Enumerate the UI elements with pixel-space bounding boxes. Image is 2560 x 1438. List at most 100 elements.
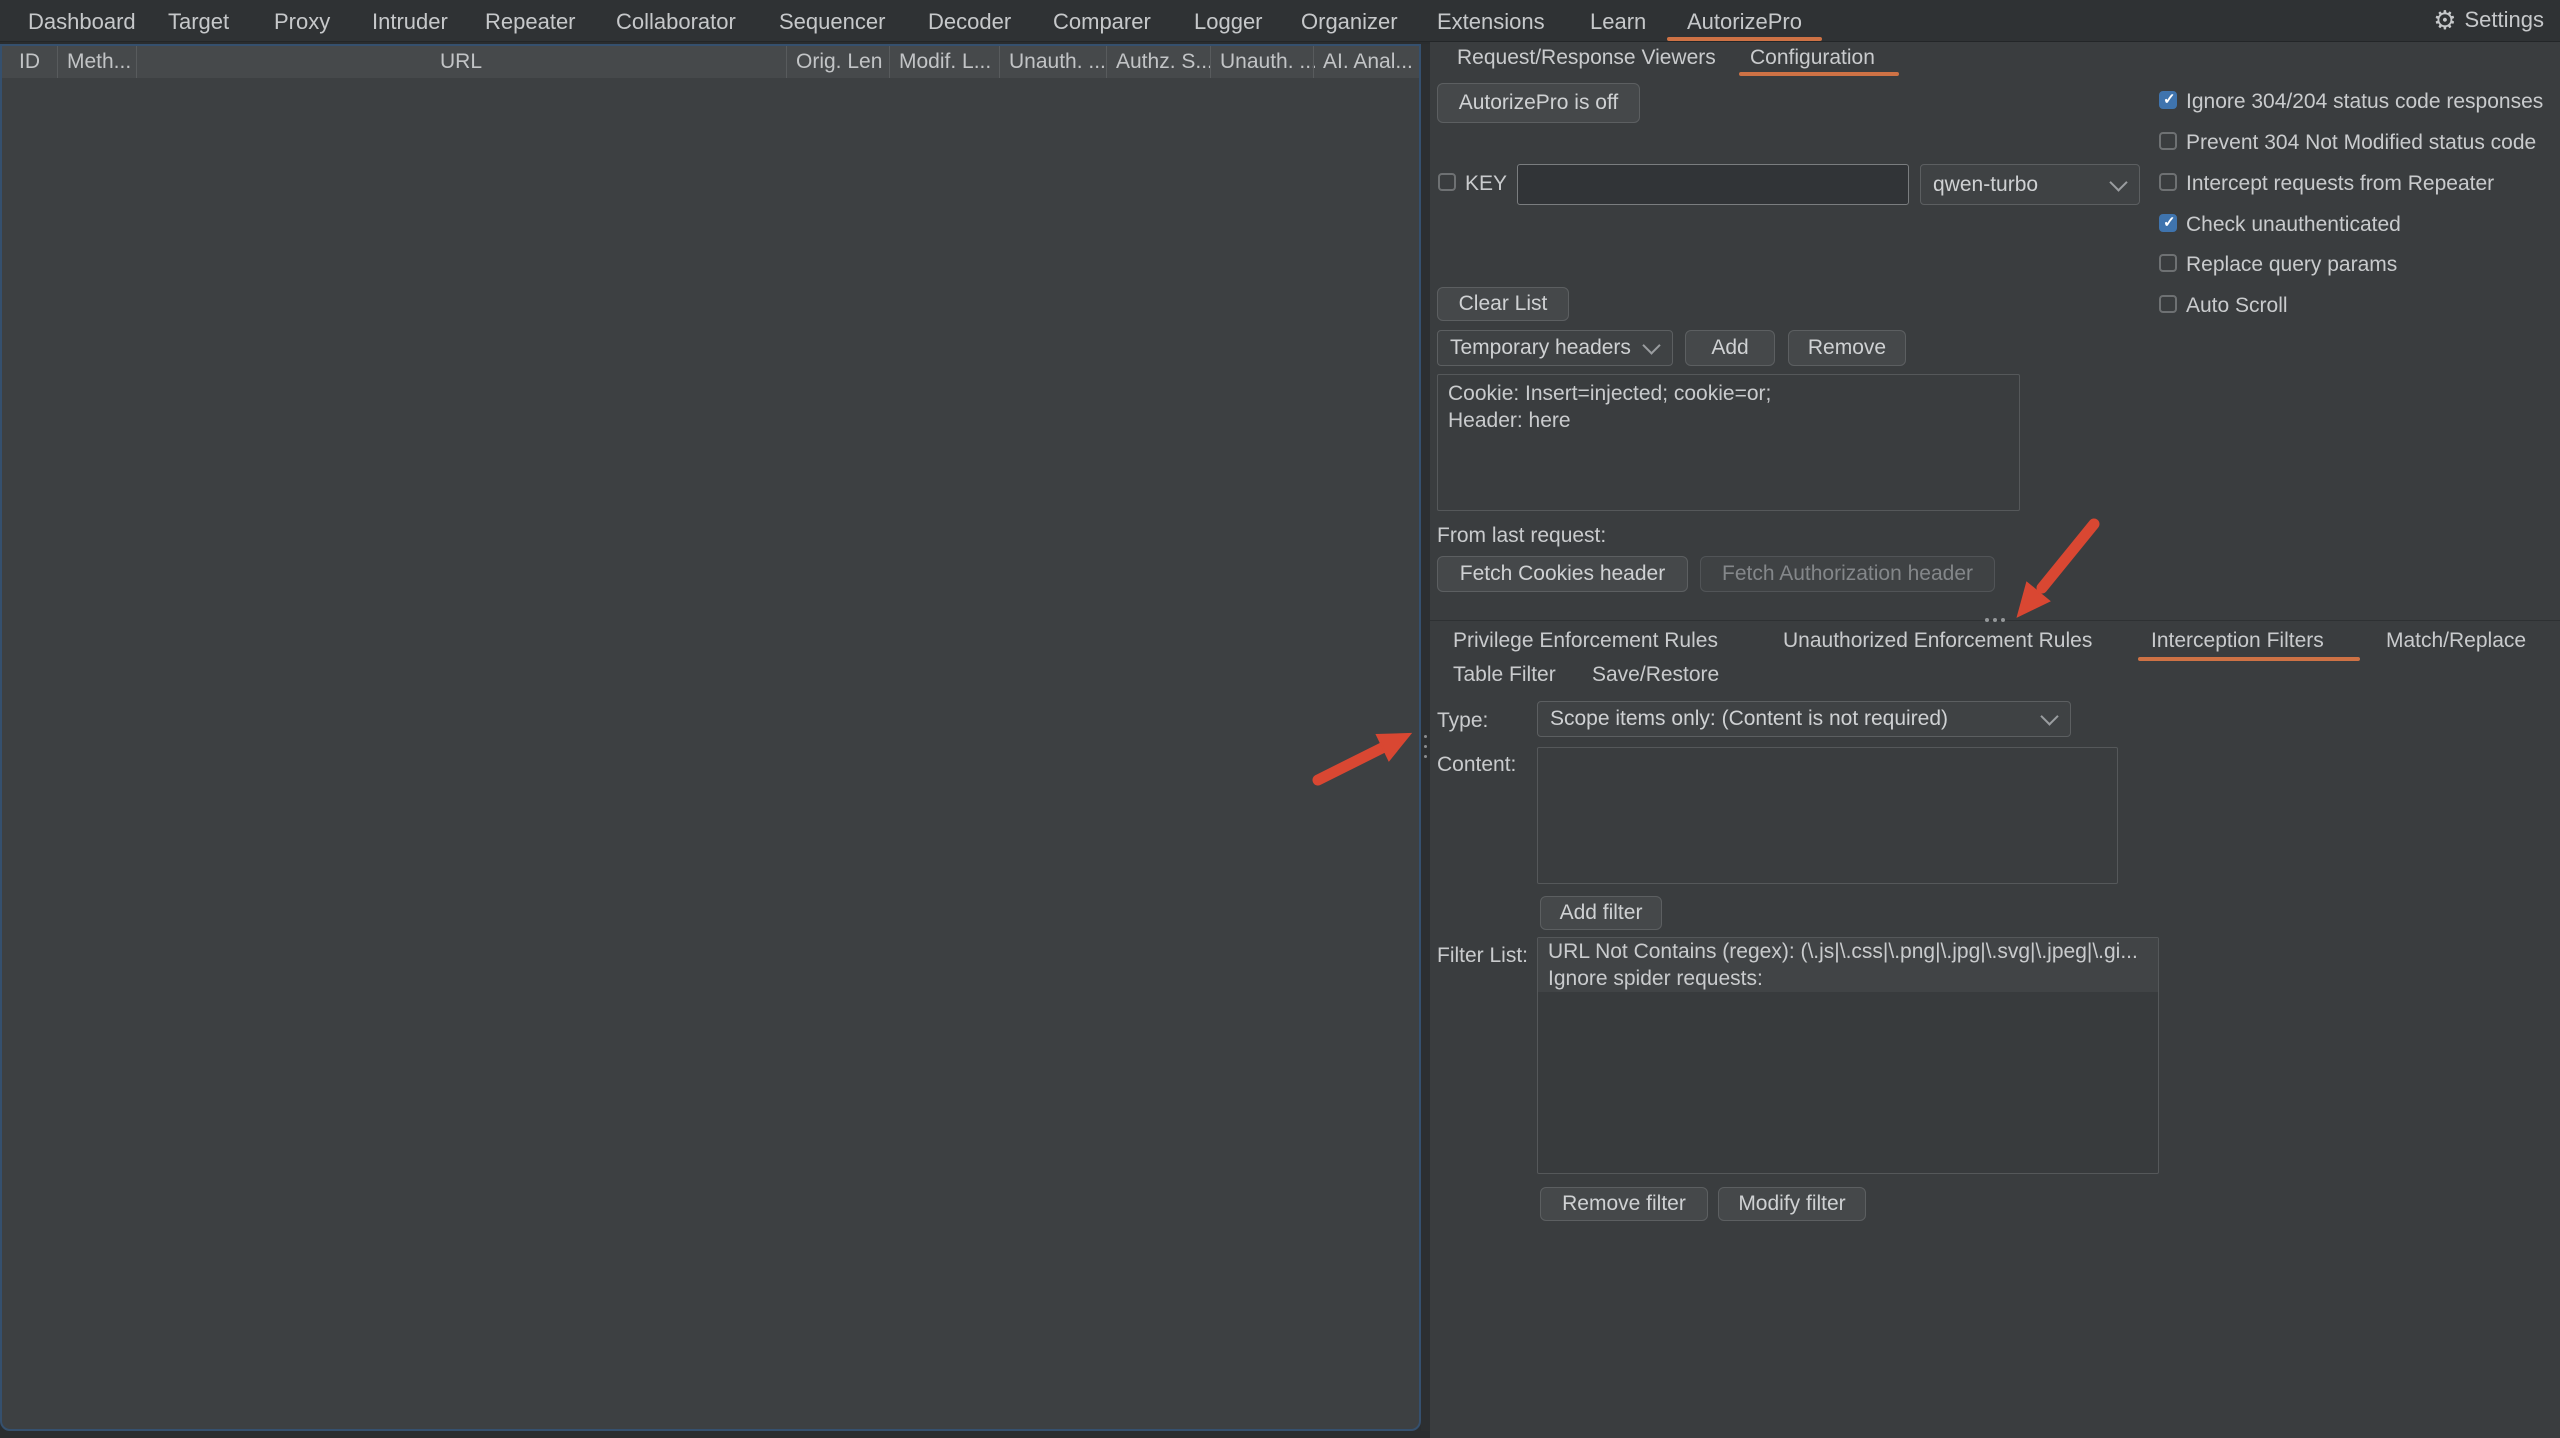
menu-extensions[interactable]: Extensions	[1437, 9, 1545, 35]
tab-unauthorized-enforcement-rules[interactable]: Unauthorized Enforcement Rules	[1783, 629, 2092, 653]
autorizepro-config-panel	[1430, 42, 2560, 1438]
menu-intruder[interactable]: Intruder	[372, 9, 448, 35]
tab-interception-filters[interactable]: Interception Filters	[2151, 629, 2324, 653]
main-menu-bar: Dashboard Target Proxy Intruder Repeater…	[0, 0, 2560, 42]
filter-list-item[interactable]: Ignore spider requests:	[1538, 965, 2158, 992]
column-divider[interactable]	[786, 46, 787, 78]
tab-request-response-viewers[interactable]: Request/Response Viewers	[1457, 46, 1716, 70]
filter-list-item[interactable]: URL Not Contains (regex): (\.js|\.css|\.…	[1538, 938, 2158, 965]
chevron-down-icon	[1642, 336, 1660, 354]
column-header-method[interactable]: Meth...	[57, 46, 146, 78]
checkbox-check-unauthenticated[interactable]	[2159, 214, 2177, 232]
configuration-tab-indicator	[1739, 72, 1899, 76]
key-label: KEY	[1465, 172, 1507, 196]
menu-logger[interactable]: Logger	[1194, 9, 1263, 35]
column-header-orig-len[interactable]: Orig. Len	[786, 46, 899, 78]
menu-autorizepro[interactable]: AutorizePro	[1687, 9, 1802, 35]
tab-configuration[interactable]: Configuration	[1750, 46, 1875, 70]
api-key-input[interactable]	[1517, 164, 1909, 205]
type-label: Type:	[1437, 709, 1488, 733]
filter-listbox[interactable]: URL Not Contains (regex): (\.js|\.css|\.…	[1537, 937, 2159, 1174]
column-header-unauth-2[interactable]: Unauth. ...	[1210, 46, 1323, 78]
menu-dashboard[interactable]: Dashboard	[28, 9, 136, 35]
settings-label: Settings	[2465, 7, 2545, 33]
autorizepro-window: Dashboard Target Proxy Intruder Repeater…	[0, 0, 2560, 1438]
content-label: Content:	[1437, 753, 1516, 777]
menu-repeater[interactable]: Repeater	[485, 9, 576, 35]
label-auto-scroll[interactable]: Auto Scroll	[2186, 294, 2288, 318]
column-divider[interactable]	[136, 46, 137, 78]
splitter-grip-dot	[1993, 618, 1997, 622]
chevron-down-icon	[2040, 707, 2058, 725]
menu-proxy[interactable]: Proxy	[274, 9, 330, 35]
gear-icon: ⚙	[2433, 7, 2456, 33]
model-select-value: qwen-turbo	[1933, 173, 2038, 197]
checkbox-auto-scroll[interactable]	[2159, 295, 2177, 313]
chevron-down-icon	[2109, 173, 2127, 191]
vertical-splitter[interactable]	[1421, 44, 1430, 1431]
request-table-panel[interactable]: ID Meth... URL Orig. Len Modif. L... Una…	[0, 44, 1421, 1431]
label-check-unauthenticated[interactable]: Check unauthenticated	[2186, 213, 2401, 237]
remove-filter-button[interactable]: Remove filter	[1540, 1187, 1708, 1221]
label-intercept-repeater[interactable]: Intercept requests from Repeater	[2186, 172, 2494, 196]
splitter-grip-dot	[1985, 618, 1989, 622]
checkbox-replace-query-params[interactable]	[2159, 254, 2177, 272]
column-divider[interactable]	[889, 46, 890, 78]
splitter-grip-dot	[1424, 735, 1427, 738]
column-header-modif-len[interactable]: Modif. L...	[889, 46, 1009, 78]
label-replace-query-params[interactable]: Replace query params	[2186, 253, 2397, 277]
autorizepro-toggle-button[interactable]: AutorizePro is off	[1437, 83, 1640, 123]
checkbox-ignore-304[interactable]	[2159, 91, 2177, 109]
menu-decoder[interactable]: Decoder	[928, 9, 1011, 35]
tab-save-restore[interactable]: Save/Restore	[1592, 663, 1719, 687]
tab-match-replace[interactable]: Match/Replace	[2386, 629, 2526, 653]
modify-filter-button[interactable]: Modify filter	[1718, 1187, 1866, 1221]
interception-filters-tab-indicator	[2138, 657, 2360, 661]
splitter-grip-dot	[1424, 755, 1427, 758]
key-checkbox[interactable]	[1438, 173, 1456, 191]
column-header-url[interactable]: URL	[136, 46, 786, 78]
headers-type-value: Temporary headers	[1450, 336, 1631, 360]
settings-button[interactable]: ⚙ Settings	[2433, 7, 2544, 33]
menu-organizer[interactable]: Organizer	[1301, 9, 1398, 35]
menu-comparer[interactable]: Comparer	[1053, 9, 1151, 35]
menu-target[interactable]: Target	[168, 9, 229, 35]
request-table-header: ID Meth... URL Orig. Len Modif. L... Una…	[2, 46, 1419, 78]
filter-type-select[interactable]: Scope items only: (Content is not requir…	[1537, 701, 2071, 737]
add-header-button[interactable]: Add	[1685, 330, 1775, 366]
request-table-body[interactable]	[2, 78, 1419, 1429]
filter-type-value: Scope items only: (Content is not requir…	[1550, 707, 1948, 731]
column-divider[interactable]	[1106, 46, 1107, 78]
injected-headers-textarea[interactable]: Cookie: Insert=injected; cookie=or; Head…	[1437, 374, 2020, 511]
column-divider[interactable]	[999, 46, 1000, 78]
column-divider[interactable]	[57, 46, 58, 78]
column-header-unauth-1[interactable]: Unauth. ...	[999, 46, 1116, 78]
autorizepro-tab-indicator	[1667, 37, 1822, 41]
menu-sequencer[interactable]: Sequencer	[779, 9, 885, 35]
clear-list-button[interactable]: Clear List	[1437, 287, 1569, 321]
splitter-grip-dot	[2001, 618, 2005, 622]
splitter-grip-dot	[1424, 745, 1427, 748]
remove-header-button[interactable]: Remove	[1788, 330, 1906, 366]
checkbox-intercept-repeater[interactable]	[2159, 173, 2177, 191]
column-divider[interactable]	[1210, 46, 1211, 78]
column-header-authz[interactable]: Authz. S...	[1106, 46, 1220, 78]
checkbox-prevent-304[interactable]	[2159, 132, 2177, 150]
headers-type-select[interactable]: Temporary headers	[1437, 330, 1673, 366]
column-header-id[interactable]: ID	[2, 46, 57, 78]
column-header-ai-analyzer[interactable]: AI. Anal...	[1313, 46, 1429, 78]
menu-learn[interactable]: Learn	[1590, 9, 1646, 35]
filter-list-label: Filter List:	[1437, 944, 1528, 968]
from-last-request-label: From last request:	[1437, 524, 1606, 548]
label-ignore-304[interactable]: Ignore 304/204 status code responses	[2186, 90, 2543, 114]
add-filter-button[interactable]: Add filter	[1540, 896, 1662, 930]
fetch-cookies-header-button[interactable]: Fetch Cookies header	[1437, 556, 1688, 592]
filter-content-textarea[interactable]	[1537, 747, 2118, 884]
model-select[interactable]: qwen-turbo	[1920, 164, 2140, 205]
column-divider[interactable]	[1313, 46, 1314, 78]
label-prevent-304[interactable]: Prevent 304 Not Modified status code	[2186, 131, 2536, 155]
tab-privilege-enforcement-rules[interactable]: Privilege Enforcement Rules	[1453, 629, 1718, 653]
fetch-authorization-header-button[interactable]: Fetch Authorization header	[1700, 556, 1995, 592]
tab-table-filter[interactable]: Table Filter	[1453, 663, 1556, 687]
menu-collaborator[interactable]: Collaborator	[616, 9, 736, 35]
